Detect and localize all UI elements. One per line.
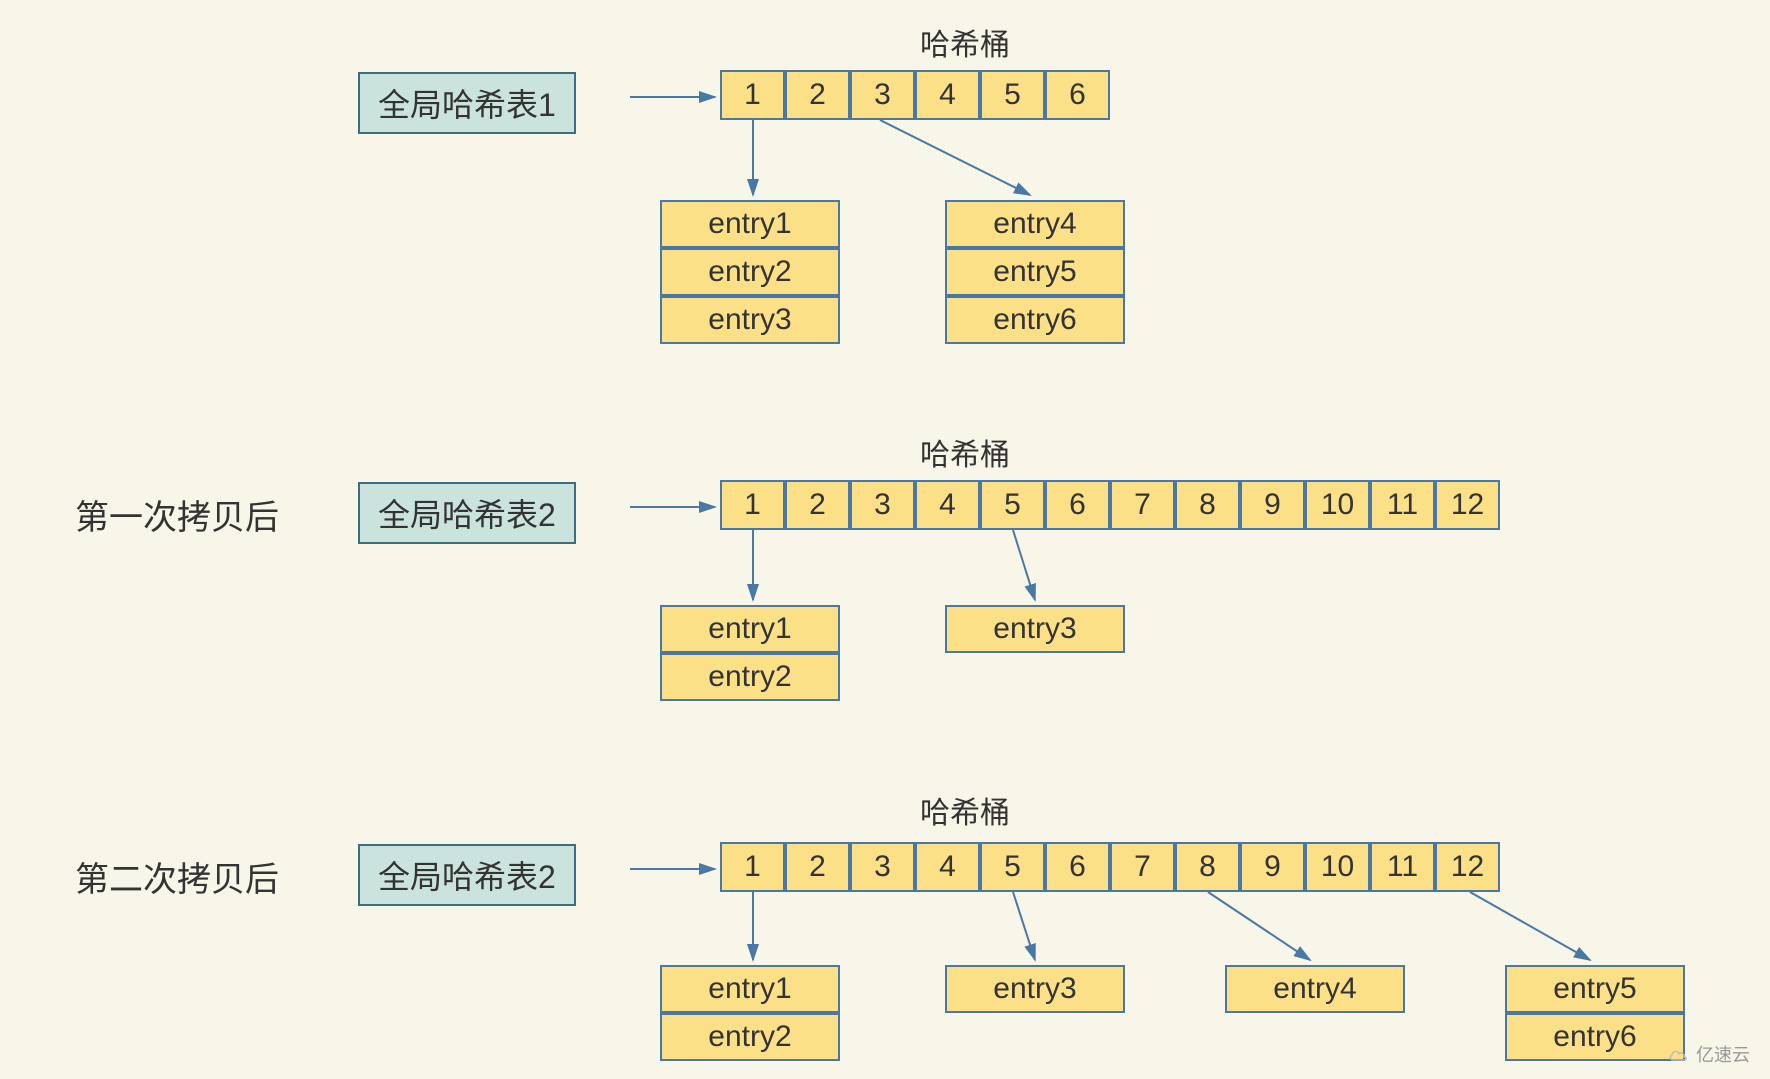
entry-cell: entry6 [1505,1013,1685,1061]
bucket-cell: 5 [980,480,1045,530]
entry-cell: entry6 [945,296,1125,344]
bucket-row-2: 1 2 3 4 5 6 7 8 9 10 11 12 [720,480,1500,530]
bucket-title-2: 哈希桶 [920,430,1010,474]
bucket-cell: 11 [1370,480,1435,530]
hash-table-box-2: 全局哈希表2 [358,482,576,544]
phase-label-2: 第一次拷贝后 [75,490,279,539]
connector-arrows [0,0,1770,1079]
bucket-cell: 1 [720,842,785,892]
phase-label-3: 第二次拷贝后 [75,852,279,901]
entry-cell: entry5 [1505,965,1685,1013]
entry-cell: entry1 [660,965,840,1013]
bucket-title-1: 哈希桶 [920,20,1010,64]
bucket-cell: 12 [1435,480,1500,530]
bucket-cell: 6 [1045,480,1110,530]
entry-col-s1-c2: entry4 entry5 entry6 [945,200,1125,344]
hash-table-box-3: 全局哈希表2 [358,844,576,906]
entry-cell: entry5 [945,248,1125,296]
cloud-icon [1668,1046,1690,1062]
entry-cell: entry1 [660,200,840,248]
entry-col-s3-c4: entry5 entry6 [1505,965,1685,1061]
bucket-cell: 4 [915,70,980,120]
entry-cell: entry2 [660,1013,840,1061]
bucket-cell: 8 [1175,842,1240,892]
bucket-cell: 3 [850,70,915,120]
entry-col-s2-c2: entry3 [945,605,1125,653]
bucket-cell: 4 [915,480,980,530]
entry-col-s3-c2: entry3 [945,965,1125,1013]
bucket-cell: 3 [850,480,915,530]
entry-cell: entry4 [1225,965,1405,1013]
entry-col-s2-c1: entry1 entry2 [660,605,840,701]
entry-cell: entry2 [660,248,840,296]
bucket-cell: 6 [1045,842,1110,892]
entry-col-s3-c1: entry1 entry2 [660,965,840,1061]
bucket-cell: 1 [720,480,785,530]
bucket-cell: 9 [1240,480,1305,530]
bucket-title-3: 哈希桶 [920,788,1010,832]
watermark: 亿速云 [1668,1041,1750,1067]
bucket-cell: 2 [785,842,850,892]
bucket-row-3: 1 2 3 4 5 6 7 8 9 10 11 12 [720,842,1500,892]
entry-col-s1-c1: entry1 entry2 entry3 [660,200,840,344]
entry-cell: entry4 [945,200,1125,248]
bucket-row-1: 1 2 3 4 5 6 [720,70,1110,120]
entry-col-s3-c3: entry4 [1225,965,1405,1013]
bucket-cell: 5 [980,70,1045,120]
bucket-cell: 2 [785,480,850,530]
hash-table-box-1: 全局哈希表1 [358,72,576,134]
bucket-cell: 8 [1175,480,1240,530]
bucket-cell: 7 [1110,842,1175,892]
entry-cell: entry1 [660,605,840,653]
bucket-cell: 10 [1305,842,1370,892]
bucket-cell: 9 [1240,842,1305,892]
watermark-text: 亿速云 [1696,1041,1750,1067]
bucket-cell: 10 [1305,480,1370,530]
bucket-cell: 4 [915,842,980,892]
bucket-cell: 3 [850,842,915,892]
entry-cell: entry3 [660,296,840,344]
bucket-cell: 5 [980,842,1045,892]
bucket-cell: 6 [1045,70,1110,120]
bucket-cell: 12 [1435,842,1500,892]
bucket-cell: 2 [785,70,850,120]
entry-cell: entry2 [660,653,840,701]
entry-cell: entry3 [945,605,1125,653]
bucket-cell: 1 [720,70,785,120]
entry-cell: entry3 [945,965,1125,1013]
bucket-cell: 7 [1110,480,1175,530]
bucket-cell: 11 [1370,842,1435,892]
